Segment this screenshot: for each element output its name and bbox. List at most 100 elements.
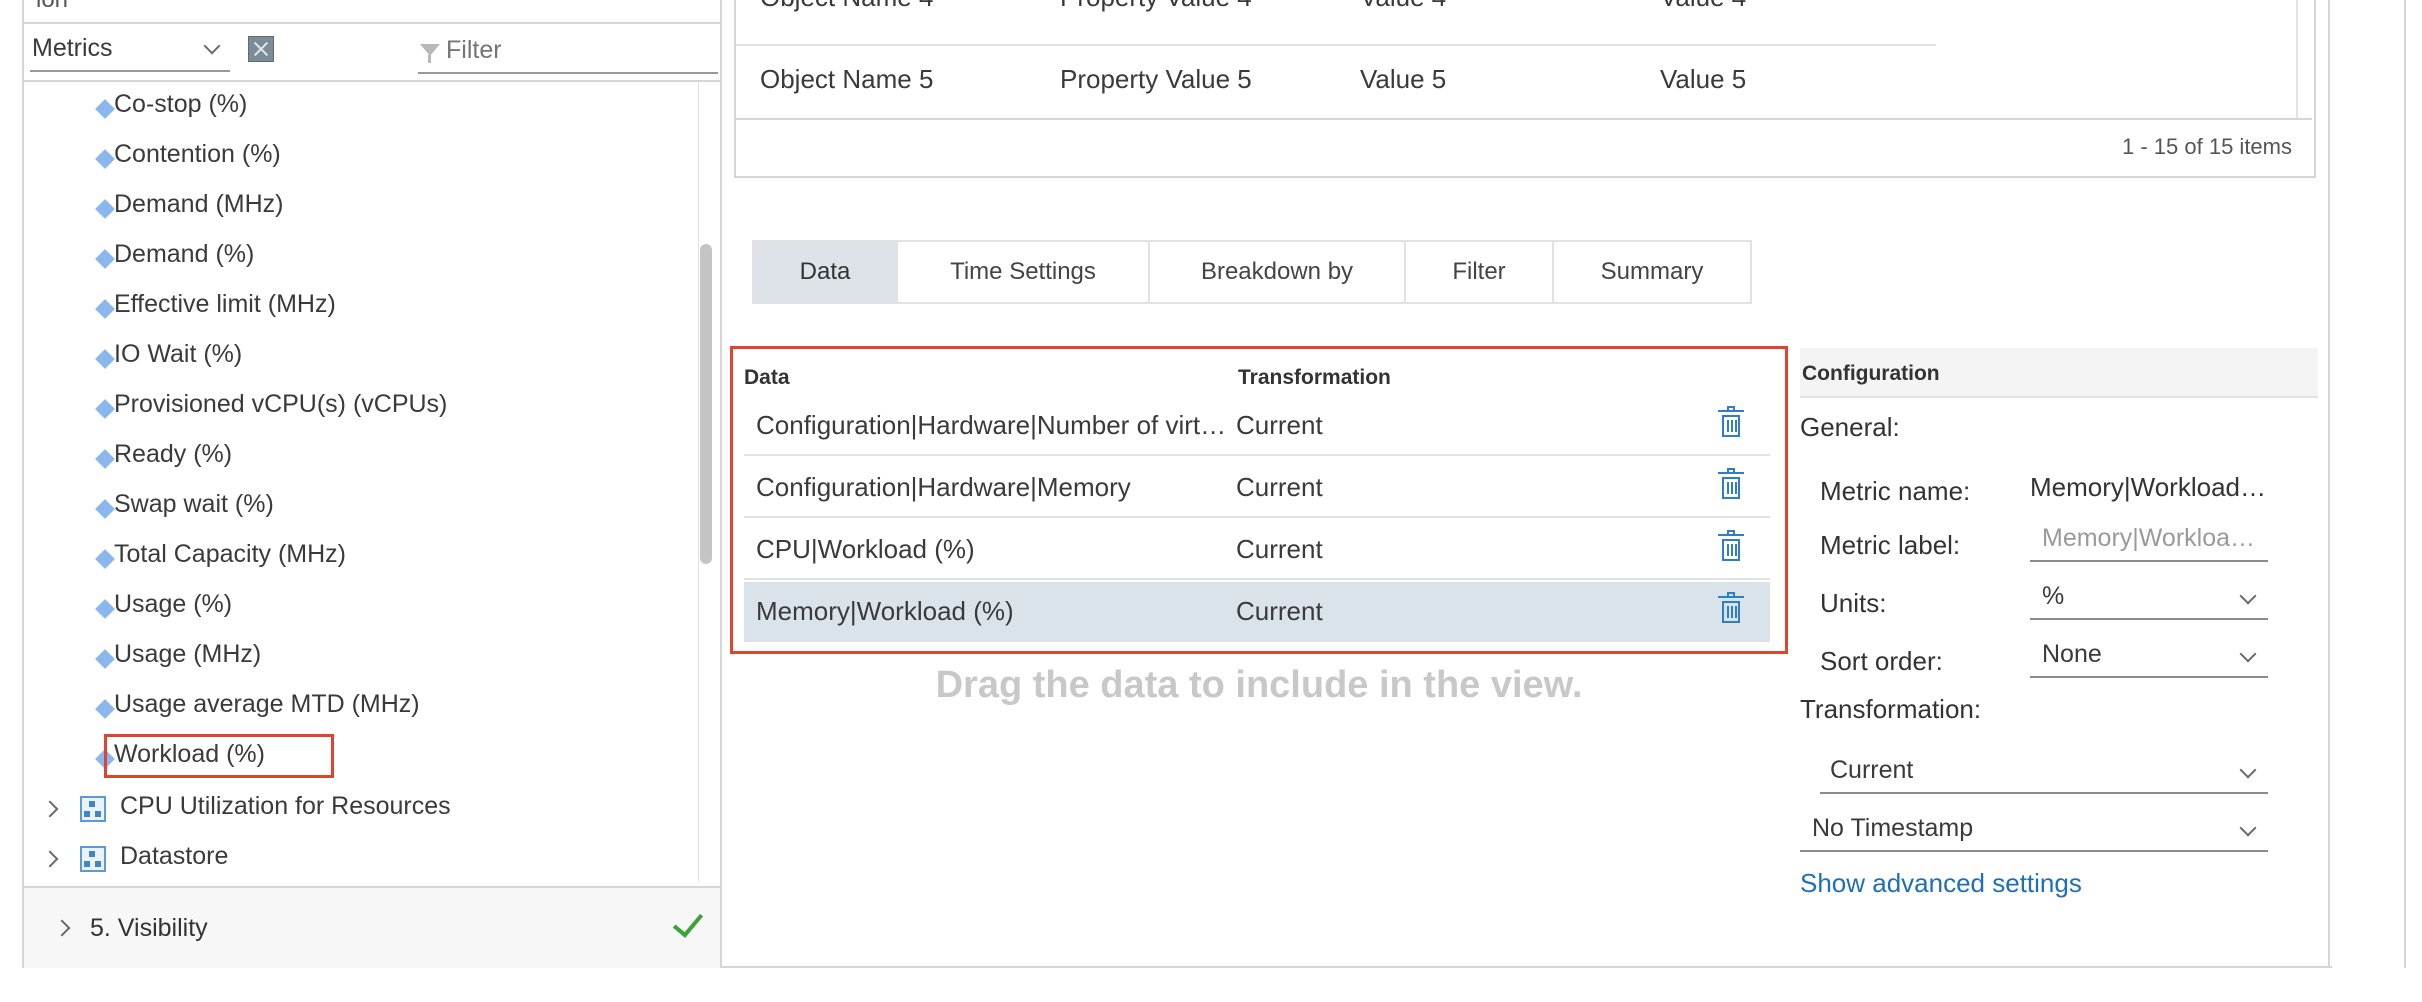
grid-cell: Value 4 <box>1360 0 1446 13</box>
metric-item-label: Provisioned vCPU(s) (vCPUs) <box>114 390 448 418</box>
metric-item-label: Swap wait (%) <box>114 490 274 518</box>
metric-name-value: Memory|Workload (%) <box>2030 472 2268 502</box>
metric-label-label: Metric label: <box>1820 530 1961 560</box>
grid-cell: Property Value 4 <box>1060 0 1252 13</box>
sort-order-label: Sort order: <box>1820 646 1943 676</box>
grid-cell: Property Value 5 <box>1060 64 1252 94</box>
drag-hint-text: Drag the data to include in the view. <box>935 664 1583 706</box>
chevron-down-icon <box>2239 587 2257 605</box>
tab-data[interactable]: Data <box>752 240 898 304</box>
data-row[interactable]: Configuration|Hardware|Memory Current <box>744 458 1770 518</box>
metric-item[interactable]: Demand (%) <box>95 240 254 280</box>
chevron-right-icon[interactable] <box>41 800 59 818</box>
grid-cell: Value 5 <box>1660 64 1747 94</box>
data-row-selected[interactable]: Memory|Workload (%) Current <box>744 582 1770 642</box>
tab-breakdown-by[interactable]: Breakdown by <box>1148 240 1406 304</box>
metric-item[interactable]: Provisioned vCPU(s) (vCPUs) <box>95 390 448 430</box>
metric-item[interactable]: IO Wait (%) <box>95 340 243 380</box>
tab-filter[interactable]: Filter <box>1404 240 1554 304</box>
tree-filter[interactable] <box>418 30 718 74</box>
metric-item[interactable]: Ready (%) <box>95 440 233 480</box>
metrics-select-value: Metrics <box>32 34 113 62</box>
metric-diamond-icon <box>95 149 115 169</box>
metric-item[interactable]: Contention (%) <box>95 140 281 180</box>
data-row-name: Memory|Workload (%) <box>756 596 1014 626</box>
window-edge <box>2404 0 2406 968</box>
data-row-transformation: Current <box>1236 472 1323 502</box>
column-header-data[interactable]: Data <box>744 366 790 390</box>
chevron-right-icon[interactable] <box>53 919 71 937</box>
collapse-all-icon[interactable] <box>248 36 274 62</box>
tree-scrollbar-thumb[interactable] <box>700 244 712 564</box>
data-row[interactable]: Configuration|Hardware|Number of virtual… <box>744 396 1770 456</box>
data-row-transformation: Current <box>1236 410 1323 440</box>
transformation-value: Current <box>1830 756 1914 784</box>
show-advanced-settings-link[interactable]: Show advanced settings <box>1800 868 2082 899</box>
metric-item[interactable]: Demand (MHz) <box>95 190 284 230</box>
data-row[interactable]: CPU|Workload (%) Current <box>744 520 1770 580</box>
column-header-transformation[interactable]: Transformation <box>1238 366 1391 390</box>
metric-label-placeholder: Memory|Workload (%) <box>2042 524 2268 552</box>
metric-diamond-icon <box>95 399 115 419</box>
metric-item[interactable]: Usage average MTD (MHz) <box>95 690 420 730</box>
transformation-select[interactable]: Current <box>1820 754 2268 794</box>
delete-icon[interactable] <box>1718 592 1744 624</box>
data-row-name: Configuration|Hardware|Number of virtual… <box>756 410 1234 440</box>
delete-icon[interactable] <box>1718 530 1744 562</box>
workload-highlight-box <box>104 734 334 778</box>
tree-group-label: CPU Utilization for Resources <box>120 792 451 820</box>
metric-diamond-icon <box>95 699 115 719</box>
metric-item-label: Contention (%) <box>114 140 281 168</box>
panel-top-section: ion <box>24 0 720 24</box>
metric-diamond-icon <box>95 199 115 219</box>
filter-input[interactable] <box>444 30 708 70</box>
grid-cell: Value 5 <box>1360 64 1447 94</box>
metric-item-label: IO Wait (%) <box>114 340 243 368</box>
metrics-type-select[interactable]: Metrics <box>30 30 230 72</box>
metric-item[interactable]: Usage (MHz) <box>95 640 261 680</box>
units-value: % <box>2042 582 2065 610</box>
metric-item[interactable]: Effective limit (MHz) <box>95 290 336 330</box>
chevron-down-icon <box>2239 645 2257 663</box>
configuration-title: Configuration <box>1802 362 1940 385</box>
grid-cell: Value 4 <box>1660 0 1746 13</box>
metric-item-label: Total Capacity (MHz) <box>114 540 346 568</box>
tree-group-label: Datastore <box>120 842 229 870</box>
checkmark-icon <box>672 906 704 938</box>
chevron-right-icon[interactable] <box>41 850 59 868</box>
units-select[interactable]: % <box>2030 580 2268 620</box>
panel-top-text: ion <box>36 0 68 14</box>
metric-diamond-icon <box>95 649 115 669</box>
tab-time-settings[interactable]: Time Settings <box>896 240 1150 304</box>
grid-scrollbar[interactable] <box>2296 0 2314 118</box>
step-visibility-row[interactable]: 5. Visibility <box>24 886 720 968</box>
timestamp-select[interactable]: No Timestamp <box>1800 812 2268 852</box>
sort-order-select[interactable]: None <box>2030 638 2268 678</box>
metric-diamond-icon <box>95 599 115 619</box>
metric-item-label: Ready (%) <box>114 440 233 468</box>
metric-label-input[interactable]: Memory|Workload (%) <box>2030 522 2268 562</box>
metric-item[interactable]: Co-stop (%) <box>95 90 247 130</box>
metrics-tree-panel: ion Metrics Co-stop (%) Contention (%) Dem… <box>22 0 722 968</box>
delete-icon[interactable] <box>1718 468 1744 500</box>
metric-name-label: Metric name: <box>1820 476 1971 506</box>
grid-cell: Object Name 5 <box>760 64 934 94</box>
metric-item-label: Usage (%) <box>114 590 233 618</box>
metric-diamond-icon <box>95 99 115 119</box>
chevron-down-icon <box>203 37 221 55</box>
group-icon <box>80 796 106 822</box>
delete-icon[interactable] <box>1718 406 1744 438</box>
transformation-heading: Transformation: <box>1800 694 1982 724</box>
grid-cell: Object Name 4 <box>760 0 933 13</box>
metric-item[interactable]: Usage (%) <box>95 590 233 630</box>
metric-item[interactable]: Total Capacity (MHz) <box>95 540 346 580</box>
metric-item-label: Demand (MHz) <box>114 190 284 218</box>
tab-summary[interactable]: Summary <box>1552 240 1752 304</box>
metric-item[interactable]: Swap wait (%) <box>95 490 274 530</box>
grid-pagination-text: 1 - 15 of 15 items <box>2122 134 2292 159</box>
data-row-name: Configuration|Hardware|Memory <box>756 472 1131 502</box>
units-label: Units: <box>1820 588 1887 618</box>
data-row-transformation: Current <box>1236 596 1323 626</box>
step-visibility-label: 5. Visibility <box>90 914 208 942</box>
metric-diamond-icon <box>95 349 115 369</box>
